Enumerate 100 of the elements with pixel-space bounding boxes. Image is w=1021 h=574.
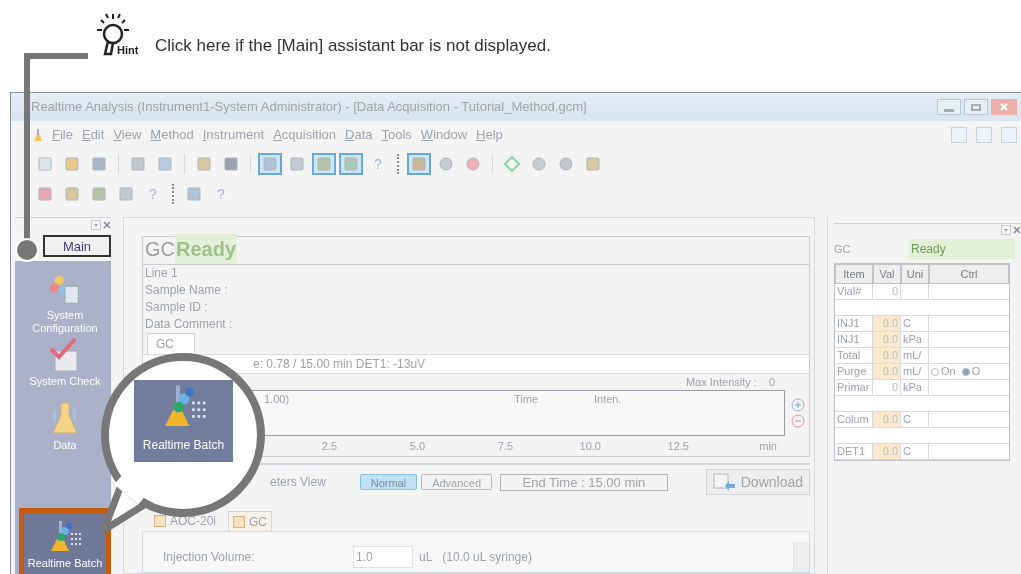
assistant-item-label: Data — [53, 439, 77, 452]
table-cell: C — [901, 316, 929, 331]
unit-label: uL — [419, 549, 433, 566]
document-restore-button[interactable] — [976, 127, 992, 143]
tool-icon — [558, 156, 574, 172]
toolbar-button[interactable] — [258, 153, 282, 175]
tool-icon — [289, 156, 305, 172]
tool-icon — [316, 156, 332, 172]
main-button[interactable]: Main — [43, 235, 111, 257]
axis-tick-label: 2.5 — [320, 438, 337, 454]
toolbar-button[interactable] — [312, 153, 336, 175]
view-mode-button[interactable]: Normal — [359, 474, 418, 490]
assistant-item[interactable]: System Check — [27, 335, 103, 399]
instrument-tab[interactable]: GC — [228, 511, 272, 531]
toolbar-button[interactable] — [407, 153, 431, 175]
table-cell: 0.0 — [873, 348, 901, 363]
tool-icon — [223, 156, 239, 172]
instrument-status: Ready — [909, 239, 1015, 259]
instrument-tab[interactable]: GC — [147, 333, 195, 354]
menu-item[interactable]: Acquisition — [273, 125, 337, 145]
column-header: Val — [873, 264, 901, 284]
tool-icon — [504, 156, 520, 172]
help-button[interactable]: ? — [366, 153, 390, 175]
assistant-item[interactable]: Realtime Batch — [19, 508, 111, 574]
download-box-icon — [712, 472, 737, 492]
maximize-button[interactable] — [964, 99, 988, 115]
tool-icon — [186, 186, 202, 202]
axis-tick-label: 10.0 — [578, 438, 601, 454]
menu-item[interactable]: File — [52, 125, 73, 145]
table-cell: 0.0 — [873, 412, 901, 427]
tool-icon — [438, 156, 454, 172]
run-status-text: e: 0.78 / 15.00 min DET1: -13uV — [253, 356, 426, 373]
radio-option[interactable]: On — [931, 364, 956, 379]
menu-item[interactable]: Edit — [81, 125, 105, 145]
close-icon[interactable] — [103, 220, 111, 229]
toolbar-grip[interactable] — [172, 184, 175, 204]
window-title: Realtime Analysis (Instrument1-System Administrator) - [Data Acquisition - Tutorial_Method.gcm] — [31, 98, 588, 117]
panel-title: eters View — [270, 474, 327, 491]
close-button[interactable] — [991, 99, 1017, 115]
close-icon[interactable] — [1013, 225, 1021, 234]
help-button[interactable]: ? — [141, 183, 165, 205]
table-cell: 0.0 — [873, 332, 901, 347]
instrument-name: GC — [834, 241, 852, 257]
minimize-button[interactable] — [937, 99, 961, 115]
instrument-status: Ready — [175, 234, 238, 264]
toolbar-button[interactable] — [339, 153, 363, 175]
tool-icon — [64, 186, 80, 202]
instrument-name: GC — [145, 237, 175, 262]
plot-column-label: Time — [514, 392, 540, 407]
help-button[interactable]: ? — [209, 183, 233, 205]
menu-item[interactable]: View — [113, 125, 142, 145]
toolbar-grip[interactable] — [397, 154, 400, 174]
table-cell: 0.0 — [873, 316, 901, 331]
table-cell: 0 — [873, 380, 901, 395]
column-header: Uni — [901, 264, 929, 284]
tool-icon — [37, 156, 53, 172]
radio-option[interactable]: O — [961, 364, 981, 379]
scrollbar[interactable] — [793, 542, 809, 572]
menu-item[interactable]: Instrument — [202, 125, 265, 145]
table-cell: 0 — [873, 284, 901, 299]
axis-tick-label: 5.0 — [408, 438, 425, 454]
menu-item[interactable]: Window — [420, 125, 468, 145]
end-time-display: End Time : 15.00 min — [500, 473, 668, 491]
axis-tick-label: min — [758, 438, 777, 454]
assistant-item[interactable]: System Configuration — [27, 271, 103, 335]
tool-icon — [343, 156, 359, 172]
table-cell: C — [901, 444, 929, 459]
close-icon — [1000, 103, 1008, 111]
dropdown-icon[interactable] — [1001, 224, 1011, 235]
tool-icon — [531, 156, 547, 172]
download-button[interactable]: Download — [705, 469, 810, 495]
sample-info-line: Sample ID : — [144, 299, 209, 316]
menu-item[interactable]: Data — [345, 125, 373, 145]
value-field[interactable]: 1.0 — [353, 546, 413, 568]
menu-item[interactable]: Tools — [381, 125, 412, 145]
table-cell: mL/ — [901, 364, 929, 379]
tool-icon — [585, 156, 601, 172]
tool-icon — [91, 186, 107, 202]
table-cell: kPa — [901, 332, 929, 347]
tile-label: Realtime Batch — [142, 437, 225, 454]
tool-icon — [262, 156, 278, 172]
assistant-item[interactable]: Data — [27, 399, 103, 463]
document-close-button[interactable] — [1001, 127, 1017, 143]
table-cell: kPa — [901, 380, 929, 395]
plot-column-label: Inten. — [594, 392, 623, 407]
zoom-out-icon[interactable] — [791, 414, 805, 428]
max-intensity-value: 0 — [768, 374, 775, 390]
assistant-item-label: System Check — [29, 375, 101, 388]
field-label: Injection Volume: — [163, 549, 256, 566]
dropdown-icon[interactable] — [91, 219, 101, 230]
menu-item[interactable]: Help — [476, 125, 503, 145]
hint-text: Click here if the [Main] assistant bar is not displayed. — [155, 35, 552, 57]
zoom-in-icon[interactable] — [791, 398, 805, 412]
sample-info-line: Sample Name : — [144, 282, 229, 299]
document-minimize-button[interactable] — [951, 127, 967, 143]
menu-item[interactable]: Method — [150, 125, 194, 145]
syringe-note: (10.0 uL syringe) — [442, 549, 532, 566]
column-header: Item — [835, 264, 873, 284]
axis-tick-label: 7.5 — [496, 438, 513, 454]
view-mode-button[interactable]: Advanced — [421, 474, 493, 490]
